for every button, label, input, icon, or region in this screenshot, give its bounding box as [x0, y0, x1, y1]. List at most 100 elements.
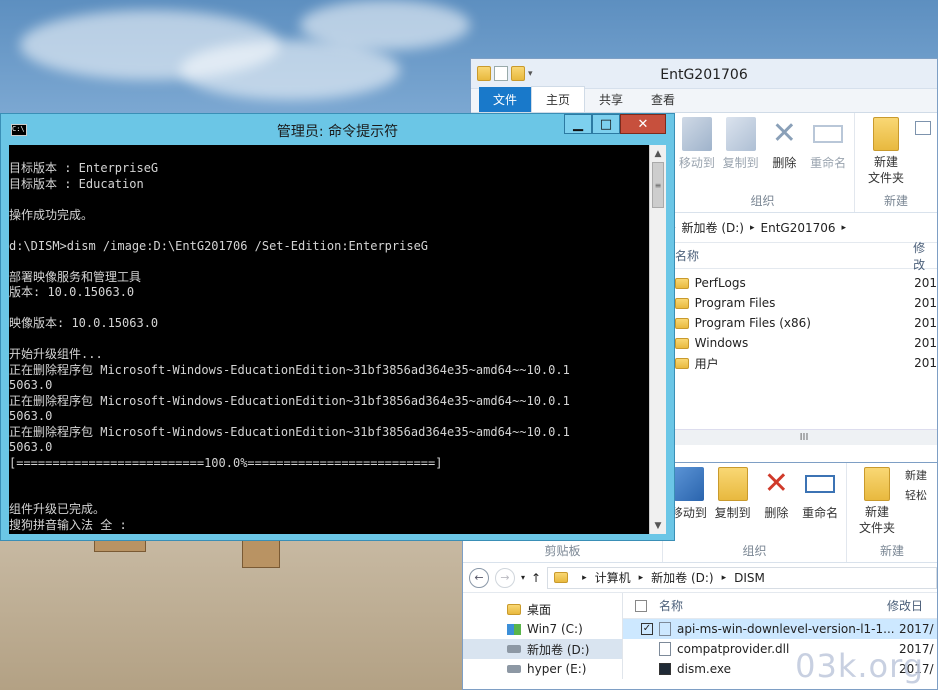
- select-all-checkbox[interactable]: [635, 599, 647, 612]
- item-name: Program Files: [694, 296, 776, 310]
- file-row[interactable]: ✓ api-ms-win-downlevel-version-l1-1... 2…: [623, 619, 937, 639]
- move-icon: [673, 467, 704, 501]
- chevron-right-icon: ▸: [582, 572, 587, 583]
- console-line: 正在删除程序包 Microsoft-Windows-EducationEditi…: [9, 393, 570, 408]
- horizontal-scrollbar[interactable]: III: [671, 429, 937, 445]
- column-modified[interactable]: 修改日: [887, 597, 923, 614]
- list-item[interactable]: 用户 201: [675, 353, 937, 373]
- ribbon-group-label: 新建: [879, 544, 904, 558]
- console-line: 5063.0: [9, 378, 53, 392]
- dll-file-icon: [659, 642, 671, 656]
- scrollbar-thumb[interactable]: ≡: [652, 162, 664, 208]
- move-to-label: 移动到: [670, 506, 707, 520]
- list-item[interactable]: Windows 201: [675, 333, 937, 353]
- back-arrow-icon[interactable]: ←: [469, 567, 489, 588]
- ribbon-group-label: 组织: [750, 194, 775, 208]
- tab-file[interactable]: 文件: [479, 87, 532, 112]
- nav-item-desktop[interactable]: 桌面: [463, 599, 622, 619]
- address-bar: ← → ▾ ↑ ▸ 计算机 ▸ 新加卷 (D:) ▸ DISM: [463, 563, 937, 593]
- chevron-down-icon[interactable]: ▾: [521, 573, 525, 582]
- window-title: EntG201706: [660, 67, 748, 83]
- tab-view[interactable]: 查看: [637, 87, 689, 112]
- console-line: 目标版本 : EnterpriseG: [9, 161, 159, 175]
- nav-item-c-drive[interactable]: Win7 (C:): [463, 619, 622, 639]
- list-item[interactable]: Program Files 201: [675, 293, 937, 313]
- delete-label: 删除: [772, 156, 797, 170]
- ribbon-group-label: 剪贴板: [544, 544, 581, 558]
- ribbon-group-organize: 移动到 复制到 ✕ 删除 重命名 组织: [663, 463, 847, 562]
- breadcrumb-drive[interactable]: 新加卷 (D:): [682, 219, 744, 236]
- up-arrow-icon[interactable]: ↑: [531, 571, 541, 585]
- forward-arrow-icon[interactable]: →: [495, 567, 515, 588]
- item-date: 201: [914, 356, 937, 370]
- console-line: 部署映像服务和管理工具: [9, 269, 142, 284]
- drive-icon: [507, 645, 521, 653]
- new-folder-label: 新建 文件夹: [867, 155, 904, 185]
- console-line: 开始升级组件...: [9, 347, 103, 361]
- move-icon: [681, 117, 712, 151]
- folder-icon: [675, 337, 689, 349]
- ribbon-group-label: 组织: [742, 544, 767, 558]
- console-output[interactable]: 目标版本 : EnterpriseG 目标版本 : Education 操作成功完…: [9, 145, 651, 534]
- breadcrumb-folder[interactable]: DISM: [734, 571, 765, 585]
- tab-share[interactable]: 共享: [585, 87, 637, 112]
- rename-icon: [805, 475, 836, 493]
- item-date: 201: [914, 336, 937, 350]
- folder-icon: [675, 317, 689, 329]
- nav-label: 新加卷 (D:): [527, 642, 590, 657]
- command-prompt-window: C:\ 管理员: 命令提示符 ▁ □ ✕ 目标版本 : EnterpriseG 目…: [0, 113, 675, 541]
- minimize-button[interactable]: ▁: [564, 114, 592, 134]
- console-line: 5063.0: [9, 409, 53, 423]
- item-date: 201: [914, 276, 937, 290]
- row-checkbox[interactable]: ✓: [641, 623, 653, 635]
- console-line: 正在删除程序包 Microsoft-Windows-EducationEditi…: [9, 424, 570, 439]
- cmd-titlebar[interactable]: C:\ 管理员: 命令提示符 ▁ □ ✕: [1, 114, 674, 145]
- explorer-titlebar: ▾ EntG201706: [471, 59, 937, 89]
- chevron-right-icon: ▸: [841, 222, 847, 233]
- breadcrumb-folder[interactable]: EntG201706: [761, 221, 836, 235]
- list-item[interactable]: PerfLogs 201: [675, 273, 937, 293]
- windows-drive-icon: [507, 623, 521, 635]
- breadcrumb-computer[interactable]: 计算机: [595, 569, 631, 586]
- copy-icon: [725, 117, 756, 151]
- chevron-right-icon: ▸: [750, 222, 755, 233]
- column-modified[interactable]: 修改: [913, 239, 937, 273]
- tab-home[interactable]: 主页: [531, 86, 586, 112]
- move-to-label: 移动到: [678, 156, 715, 170]
- rename-label: 重命名: [802, 506, 839, 520]
- watermark-text: 03k.org: [795, 647, 924, 685]
- folder-icon: [675, 277, 689, 289]
- nav-label: Win7 (C:): [527, 622, 583, 636]
- new-item-button[interactable]: 新建: [905, 467, 927, 483]
- easy-access-button[interactable]: 轻松: [905, 487, 927, 503]
- console-line: 映像版本: 10.0.15063.0: [9, 316, 159, 330]
- console-line: 目标版本 : Education: [9, 176, 144, 191]
- dll-file-icon: [659, 622, 671, 636]
- nav-item-d-drive[interactable]: 新加卷 (D:): [463, 639, 622, 659]
- close-button[interactable]: ✕: [620, 114, 666, 134]
- column-name[interactable]: 名称: [659, 597, 887, 614]
- copy-icon: [717, 467, 748, 501]
- column-name[interactable]: 名称: [675, 247, 913, 264]
- breadcrumb[interactable]: ▸ 计算机 ▸ 新加卷 (D:) ▸ DISM: [547, 566, 937, 589]
- vertical-scrollbar[interactable]: ▲ ≡ ▼: [649, 145, 666, 534]
- scroll-down-icon[interactable]: ▼: [650, 517, 666, 534]
- window-controls: ▁ □ ✕: [564, 114, 666, 134]
- nav-item-e-drive[interactable]: hyper (E:): [463, 659, 622, 679]
- list-item[interactable]: Program Files (x86) 201: [675, 313, 937, 333]
- new-folder-icon: [873, 117, 899, 151]
- maximize-button[interactable]: □: [592, 114, 620, 134]
- scroll-up-icon[interactable]: ▲: [650, 145, 666, 162]
- scrollbar-grip: III: [799, 432, 809, 443]
- new-item-icon[interactable]: [915, 121, 931, 135]
- breadcrumb-drive[interactable]: 新加卷 (D:): [651, 569, 713, 586]
- ribbon-tabs: 文件 主页 共享 查看: [471, 86, 937, 113]
- nav-label: hyper (E:): [527, 662, 587, 676]
- file-name: api-ms-win-downlevel-version-l1-1...: [677, 622, 895, 636]
- navigation-pane: 桌面 Win7 (C:) 新加卷 (D:) hyper (E:): [463, 593, 623, 679]
- console-line: 正在删除程序包 Microsoft-Windows-EducationEditi…: [9, 362, 570, 377]
- chevron-right-icon: ▸: [638, 572, 644, 583]
